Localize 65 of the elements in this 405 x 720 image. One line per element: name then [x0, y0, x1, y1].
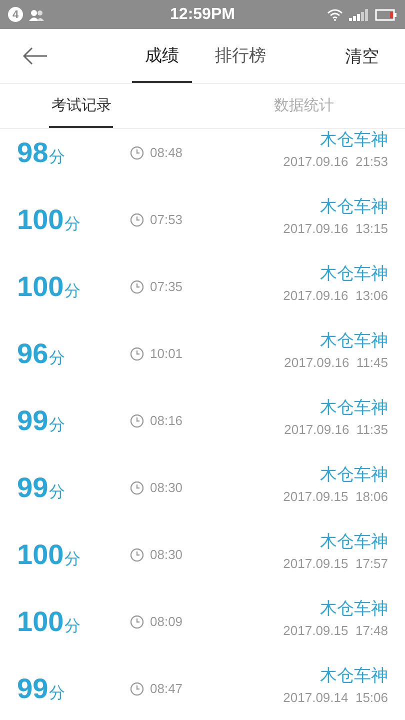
- exam-date: 2017.09.14 15:06: [283, 690, 388, 705]
- exam-date: 2017.09.15 18:06: [283, 489, 388, 504]
- user-name: 木仓车神: [320, 464, 388, 486]
- user-name: 木仓车神: [320, 196, 388, 218]
- exam-date: 2017.09.16 11:45: [284, 355, 388, 370]
- clock-time: 12:59PM: [170, 6, 235, 24]
- score-unit: 分: [64, 550, 81, 570]
- notification-badge: 4: [8, 7, 23, 22]
- exam-date: 2017.09.16 11:35: [284, 422, 388, 437]
- header-tab[interactable]: 排行榜: [202, 29, 279, 83]
- user-name: 木仓车神: [320, 330, 388, 352]
- back-arrow-icon[interactable]: [22, 47, 48, 65]
- exam-date: 2017.09.16 13:06: [283, 288, 388, 303]
- exam-date: 2017.09.15 17:48: [283, 623, 388, 638]
- clock-icon: [130, 414, 144, 428]
- score-value: 98: [17, 136, 48, 168]
- exam-duration: 08:09: [150, 614, 183, 629]
- score-unit: 分: [64, 282, 81, 302]
- score-value: 100: [17, 606, 64, 638]
- score-value: 100: [17, 270, 64, 302]
- exam-duration: 08:16: [150, 413, 183, 428]
- user-name: 木仓车神: [320, 665, 388, 687]
- score-unit: 分: [49, 148, 66, 168]
- score-unit: 分: [49, 482, 66, 502]
- score-value: 99: [17, 404, 48, 436]
- clock-icon: [130, 346, 144, 360]
- signal-icon: [348, 8, 369, 20]
- score-value: 96: [17, 338, 48, 370]
- section-tab[interactable]: 考试记录: [49, 84, 114, 128]
- score-unit: 分: [64, 214, 81, 234]
- wifi-icon: [326, 8, 343, 20]
- exam-duration: 07:53: [150, 212, 183, 227]
- exam-duration: 08:48: [150, 145, 183, 160]
- clock-icon: [130, 146, 144, 160]
- score-value: 100: [17, 204, 64, 236]
- score-unit: 分: [49, 684, 66, 704]
- score-value: 100: [17, 538, 64, 570]
- user-name: 木仓车神: [320, 531, 388, 553]
- exam-date: 2017.09.15 17:57: [283, 556, 388, 571]
- clock-icon: [130, 548, 144, 562]
- clock-icon: [130, 614, 144, 628]
- user-name: 木仓车神: [320, 129, 388, 151]
- exam-duration: 07:35: [150, 279, 183, 294]
- score-unit: 分: [64, 616, 81, 636]
- exam-duration: 08:30: [150, 547, 183, 562]
- battery-icon: [374, 8, 397, 20]
- exam-date: 2017.09.16 21:53: [283, 154, 388, 169]
- score-unit: 分: [49, 416, 66, 436]
- score-value: 99: [17, 472, 48, 504]
- exam-duration: 08:47: [150, 681, 183, 696]
- exam-date: 2017.09.16 13:15: [283, 221, 388, 236]
- user-name: 木仓车神: [320, 397, 388, 419]
- clock-icon: [130, 682, 144, 696]
- header-tab[interactable]: 成绩: [132, 29, 192, 83]
- clear-button[interactable]: 清空: [339, 44, 385, 68]
- score-unit: 分: [49, 348, 66, 368]
- user-name: 木仓车神: [320, 598, 388, 620]
- exam-duration: 08:30: [150, 480, 183, 495]
- clock-icon: [130, 480, 144, 494]
- exam-duration: 10:01: [150, 346, 183, 361]
- score-value: 99: [17, 672, 48, 704]
- people-icon: [29, 8, 45, 20]
- clock-icon: [130, 280, 144, 294]
- user-name: 木仓车神: [320, 263, 388, 285]
- clock-icon: [130, 212, 144, 226]
